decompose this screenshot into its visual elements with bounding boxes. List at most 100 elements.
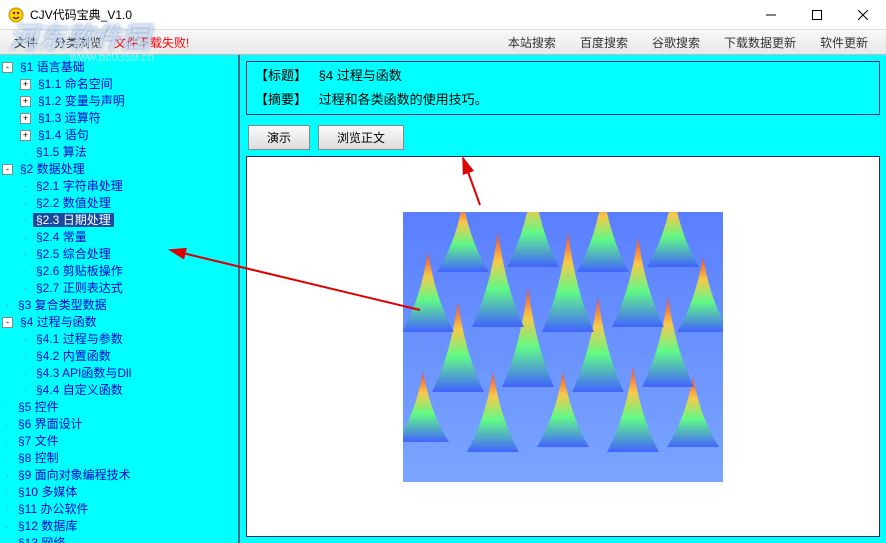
tree-label[interactable]: §6 界面设计 — [15, 417, 86, 431]
tree-leaf-icon: · — [20, 178, 31, 195]
tree-label[interactable]: §4.2 内置函数 — [33, 349, 114, 363]
expand-icon[interactable]: + — [20, 130, 31, 141]
search-google-button[interactable]: 谷歌搜索 — [640, 31, 712, 54]
tree-label[interactable]: §4.1 过程与参数 — [33, 332, 126, 346]
tree-label[interactable]: §4.4 自定义函数 — [33, 383, 126, 397]
maximize-button[interactable] — [794, 0, 840, 30]
tree-node[interactable]: -§2 数据处理 — [2, 161, 236, 178]
tree-node[interactable]: ·§2.1 字符串处理 — [20, 178, 236, 195]
tree-node[interactable]: ·§11 办公软件 — [2, 501, 236, 518]
tree-node[interactable]: ·§6 界面设计 — [2, 416, 236, 433]
tree-node[interactable]: ·§4.4 自定义函数 — [20, 382, 236, 399]
tree-node[interactable]: + §1.4 语句 — [20, 127, 236, 144]
expand-icon[interactable]: + — [20, 96, 31, 107]
collapse-icon[interactable]: - — [2, 164, 13, 175]
close-button[interactable] — [840, 0, 886, 30]
tree-node[interactable]: ·§2.2 数值处理 — [20, 195, 236, 212]
tree-label[interactable]: §2 数据处理 — [17, 162, 88, 176]
search-baidu-button[interactable]: 百度搜索 — [568, 31, 640, 54]
tree-node[interactable]: ·§1.5 算法 — [20, 144, 236, 161]
tree-label[interactable]: §1.1 命名空间 — [35, 77, 116, 91]
tree-node[interactable]: -§1 语言基础 — [2, 59, 236, 76]
tree-node[interactable]: ·§5 控件 — [2, 399, 236, 416]
tree-node[interactable]: ·§2.4 常量 — [20, 229, 236, 246]
button-row: 演示 浏览正文 — [246, 119, 880, 156]
tree-label[interactable]: §2.3 日期处理 — [33, 213, 114, 227]
tree-label[interactable]: §2.6 剪贴板操作 — [33, 264, 126, 278]
tree-leaf-icon: · — [20, 246, 31, 263]
tree-leaf-icon: · — [20, 263, 31, 280]
tree-node[interactable]: ·§4.3 API函数与Dll — [20, 365, 236, 382]
collapse-icon[interactable]: - — [2, 62, 13, 73]
tree-label[interactable]: §10 多媒体 — [15, 485, 80, 499]
collapse-icon[interactable]: - — [2, 317, 13, 328]
tree-node[interactable]: ·§9 面向对象编程技术 — [2, 467, 236, 484]
tree-node[interactable]: ·§2.6 剪贴板操作 — [20, 263, 236, 280]
demo-button[interactable]: 演示 — [248, 125, 310, 150]
menu-bar: 文件 分类浏览 文件下载失败! 本站搜索 百度搜索 谷歌搜索 下载数据更新 软件… — [0, 30, 886, 55]
tree-node[interactable]: ·§8 控制 — [2, 450, 236, 467]
tree-node[interactable]: ·§2.5 综合处理 — [20, 246, 236, 263]
tree-leaf-icon: · — [20, 144, 31, 161]
main-panel: 【标题】 §4 过程与函数 【摘要】 过程和各类函数的使用技巧。 演示 浏览正文 — [240, 55, 886, 543]
tree-leaf-icon: · — [2, 399, 13, 416]
tree-label[interactable]: §1 语言基础 — [17, 60, 88, 74]
tree-label[interactable]: §2.4 常量 — [33, 230, 90, 244]
tree-label[interactable]: §12 数据库 — [15, 519, 80, 533]
title-row: 【标题】 §4 过程与函数 — [249, 64, 877, 88]
tree-node[interactable]: ·§7 文件 — [2, 433, 236, 450]
tree-label[interactable]: §5 控件 — [15, 400, 62, 414]
menu-browse[interactable]: 分类浏览 — [46, 31, 110, 54]
tree-leaf-icon: · — [2, 484, 13, 501]
tree-node[interactable]: ·§3 复合类型数据 — [2, 297, 236, 314]
tree-node[interactable]: ·§13 网络 — [2, 535, 236, 543]
tree-node[interactable]: ·§4.1 过程与参数 — [20, 331, 236, 348]
tree-node[interactable]: ·§4.2 内置函数 — [20, 348, 236, 365]
tree-label[interactable]: §1.3 运算符 — [35, 111, 104, 125]
tree-node[interactable]: -§4 过程与函数 — [2, 314, 236, 331]
expand-icon[interactable]: + — [20, 79, 31, 90]
tree-label[interactable]: §4.3 API函数与Dll — [33, 366, 134, 380]
tree-label[interactable]: §2.5 综合处理 — [33, 247, 114, 261]
tree-leaf-icon: · — [2, 433, 13, 450]
tree-label[interactable]: §9 面向对象编程技术 — [15, 468, 134, 482]
download-update-button[interactable]: 下载数据更新 — [712, 31, 808, 54]
title-label: 【标题】 — [255, 68, 307, 83]
tree-node[interactable]: ·§12 数据库 — [2, 518, 236, 535]
tree-node[interactable]: ·§2.7 正则表达式 — [20, 280, 236, 297]
tree-leaf-icon: · — [20, 365, 31, 382]
browse-text-button[interactable]: 浏览正文 — [318, 125, 404, 150]
tree-node[interactable]: ·§10 多媒体 — [2, 484, 236, 501]
tree-leaf-icon: · — [2, 535, 13, 543]
info-box: 【标题】 §4 过程与函数 【摘要】 过程和各类函数的使用技巧。 — [246, 61, 880, 115]
tree-label[interactable]: §11 办公软件 — [15, 502, 91, 516]
tree-label[interactable]: §2.2 数值处理 — [33, 196, 114, 210]
tree-leaf-icon: · — [2, 416, 13, 433]
tree-leaf-icon: · — [20, 331, 31, 348]
search-site-button[interactable]: 本站搜索 — [496, 31, 568, 54]
tree-leaf-icon: · — [20, 195, 31, 212]
tree-label[interactable]: §1.2 变量与声明 — [35, 94, 128, 108]
tree-label[interactable]: §2.7 正则表达式 — [33, 281, 126, 295]
tree-node[interactable]: + §1.2 变量与声明 — [20, 93, 236, 110]
tree-leaf-icon: · — [20, 382, 31, 399]
preview-canvas — [246, 156, 880, 537]
menu-file[interactable]: 文件 — [6, 31, 46, 54]
tree-label[interactable]: §4 过程与函数 — [17, 315, 100, 329]
minimize-button[interactable] — [748, 0, 794, 30]
window-title: CJV代码宝典_V1.0 — [30, 6, 748, 23]
summary-value: 过程和各类函数的使用技巧。 — [319, 92, 488, 107]
tree-node[interactable]: ·§2.3 日期处理 — [20, 212, 236, 229]
tree-label[interactable]: §13 网络 — [15, 536, 68, 543]
tree-label[interactable]: §1.5 算法 — [33, 145, 90, 159]
sidebar-tree[interactable]: -§1 语言基础+§1.1 命名空间+§1.2 变量与声明+§1.3 运算符+§… — [0, 55, 240, 543]
tree-label[interactable]: §2.1 字符串处理 — [33, 179, 126, 193]
tree-node[interactable]: + §1.3 运算符 — [20, 110, 236, 127]
tree-label[interactable]: §7 文件 — [15, 434, 62, 448]
tree-label[interactable]: §8 控制 — [15, 451, 62, 465]
tree-node[interactable]: + §1.1 命名空间 — [20, 76, 236, 93]
software-update-button[interactable]: 软件更新 — [808, 31, 880, 54]
tree-label[interactable]: §3 复合类型数据 — [15, 298, 110, 312]
tree-label[interactable]: §1.4 语句 — [35, 128, 92, 142]
expand-icon[interactable]: + — [20, 113, 31, 124]
